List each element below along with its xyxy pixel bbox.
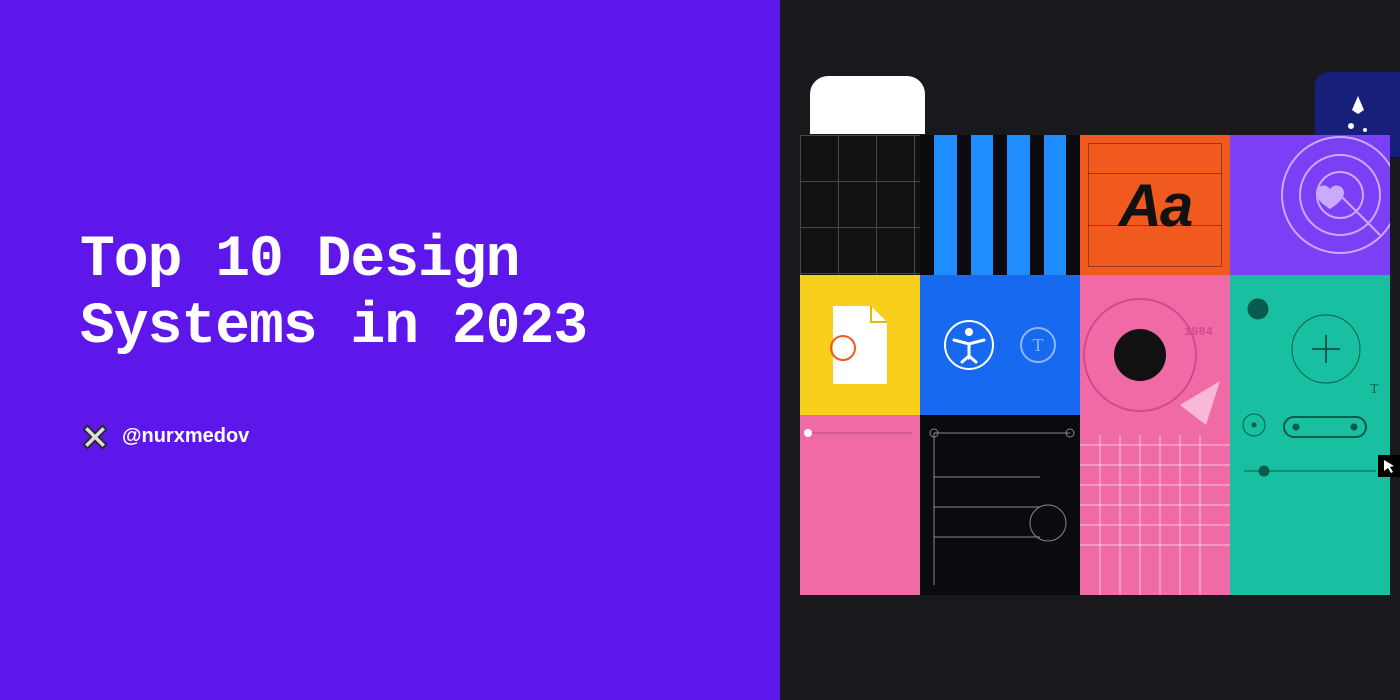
svg-text:T: T — [1370, 382, 1379, 397]
mosaic-panel: Aa — [780, 0, 1400, 700]
tile-blue-accessibility: T — [920, 275, 1080, 415]
rocket-icon — [1333, 90, 1383, 140]
accessibility-icon — [942, 318, 996, 372]
tile-pink-plain — [800, 415, 920, 595]
tiny-black-tab — [1378, 455, 1400, 477]
tile-purple-rings — [1230, 135, 1390, 275]
cursor-icon — [1378, 455, 1400, 477]
tile-typography: Aa — [1080, 135, 1230, 275]
text-circle-icon: T — [1018, 325, 1058, 365]
page-title: Top 10 DesignSystems in 2023 — [80, 228, 710, 361]
tile-grid-dark — [800, 135, 920, 275]
author-row: @nurxmedov — [80, 422, 710, 452]
tile-teal-controls: T — [1230, 275, 1390, 595]
design-mosaic: Aa — [800, 135, 1390, 595]
author-handle: @nurxmedov — [122, 425, 249, 448]
year-label: 1984 — [1184, 325, 1213, 339]
tile-pink-clock: 1984 — [1080, 275, 1230, 595]
tile-stripes — [920, 135, 1080, 275]
white-card-peek — [810, 76, 925, 134]
svg-text:T: T — [1033, 335, 1044, 355]
hero-panel: Top 10 DesignSystems in 2023 @nurxmedov — [0, 0, 780, 700]
tile-black-wire — [920, 415, 1080, 595]
type-sample: Aa — [1119, 171, 1192, 240]
x-logo-icon — [80, 422, 110, 452]
file-icon — [825, 302, 895, 388]
tile-yellow-file — [800, 275, 920, 415]
